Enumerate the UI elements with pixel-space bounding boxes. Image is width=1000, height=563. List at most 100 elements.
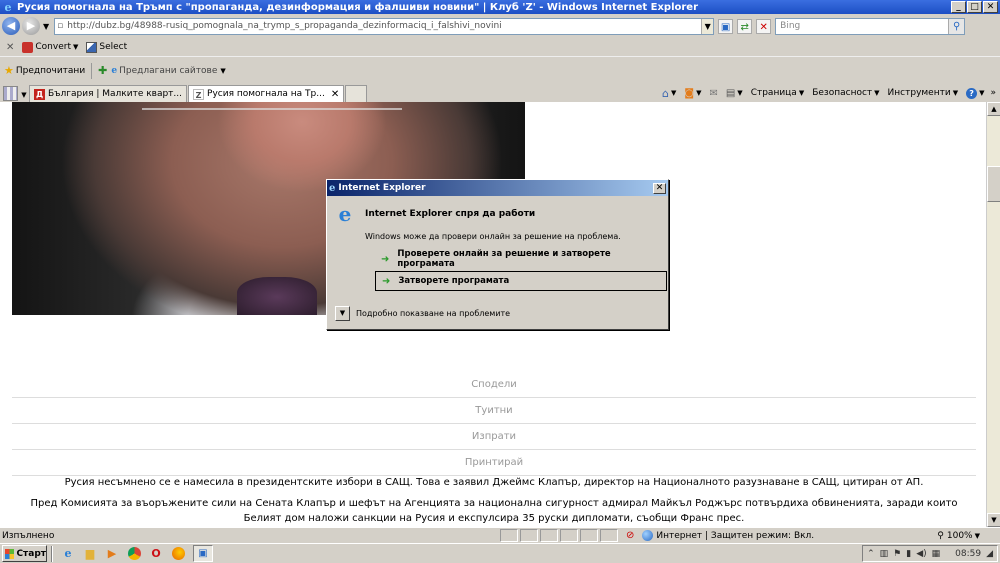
globe-icon	[642, 530, 654, 541]
convert-button[interactable]: Convert ▼	[22, 41, 79, 53]
system-tray: ⌃ ▥ ⚑ ▮ ◀) ▦ 08:59 ◢	[862, 545, 998, 562]
mail-button[interactable]: ✉	[709, 88, 717, 99]
photo-detail	[142, 102, 402, 110]
search-icon[interactable]: ⚲	[948, 18, 965, 34]
site-favicon-icon: Д	[34, 88, 45, 100]
mail-icon: ✉	[709, 87, 718, 99]
expand-icon[interactable]: ▼	[335, 306, 350, 321]
new-tab-button[interactable]	[345, 85, 368, 102]
security-zone[interactable]: Интернет | Защитен режим: Вкл.	[642, 530, 814, 541]
add-favorite-icon[interactable]: ✚	[98, 64, 107, 77]
chevron-down-icon: ▼	[737, 89, 743, 97]
firefox-icon[interactable]	[170, 546, 186, 562]
feeds-button[interactable]: ◙ ▼	[684, 88, 701, 99]
ie-logo-icon: e	[338, 202, 352, 226]
chevron-down-icon[interactable]: ▼	[220, 67, 225, 75]
chevron-down-icon: ▼	[979, 89, 985, 97]
option-label: Затворете програмата	[398, 276, 510, 286]
network-icon[interactable]: ▥	[880, 549, 889, 559]
tweet-button[interactable]: Туитни	[12, 398, 976, 424]
volume-icon[interactable]: ◀)	[916, 549, 926, 559]
zoom-control[interactable]: ⚲ 100% ▼	[937, 531, 980, 541]
minimize-button[interactable]: _	[951, 1, 966, 13]
quick-tabs-icon[interactable]	[3, 86, 18, 101]
tab-commands: ⌂ ▼ ◙ ▼ ✉ ▤ ▼ Страница ▼ Безопасност ▼ Инстру…	[658, 84, 1000, 102]
signal-icon[interactable]: ▮	[906, 549, 911, 559]
check-online-option[interactable]: ➜ Проверете онлайн за решение и затворет…	[375, 249, 660, 269]
dialog-heading: Internet Explorer спря да работи	[365, 209, 536, 219]
close-tab-icon[interactable]: ✕	[331, 89, 339, 100]
page-menu[interactable]: Страница ▼	[751, 88, 805, 98]
chevron-down-icon: ▼	[72, 43, 79, 51]
help-button[interactable]: ? ▼	[966, 87, 985, 99]
send-button[interactable]: Изпрати	[12, 424, 976, 450]
safety-menu[interactable]: Безопасност ▼	[812, 88, 879, 98]
close-toolbar-icon[interactable]: ✕	[6, 42, 14, 53]
vertical-scrollbar[interactable]: ▲ ▼	[986, 102, 1000, 527]
forward-button[interactable]: ▶	[22, 17, 40, 35]
show-desktop-icon[interactable]: ◢	[986, 549, 993, 559]
dialog-body: e Internet Explorer спря да работи Windo…	[327, 196, 668, 291]
select-label: Select	[99, 42, 128, 52]
folder-icon[interactable]: ▆	[82, 546, 98, 562]
chrome-icon[interactable]	[126, 546, 142, 562]
share-list: Сподели Туитни Изпрати Принтирай	[12, 372, 976, 476]
maximize-button[interactable]: □	[967, 1, 982, 13]
favorites-bar: ★ Предпочитани ✚ e Предлагани сайтове ▼	[0, 56, 1000, 84]
home-button[interactable]: ⌂ ▼	[662, 87, 676, 100]
photo-detail	[237, 277, 317, 315]
dialog-close-button[interactable]: ✕	[653, 182, 666, 194]
page-menu-label: Страница	[750, 88, 797, 98]
tab-bulgaria[interactable]: Д България | Малките кварт...	[29, 85, 188, 102]
problem-details-toggle[interactable]: ▼ Подробно показване на проблемите	[335, 306, 510, 321]
favorites-button[interactable]: Предпочитани	[16, 66, 85, 76]
refresh-button[interactable]: ⇄	[737, 18, 753, 34]
compatibility-view-icon[interactable]: ▣	[718, 18, 734, 34]
keyboard-icon[interactable]: ▦	[932, 549, 941, 559]
window-title: Русия помогнала на Тръмп с "пропаганда, …	[17, 1, 699, 13]
help-icon: ?	[966, 87, 978, 99]
window-title-bar[interactable]: e Русия помогнала на Тръмп с "пропаганда…	[0, 0, 1000, 14]
tab-russia-article[interactable]: Z Русия помогнала на Тр... ✕	[188, 85, 345, 102]
green-arrow-icon: ➜	[381, 253, 390, 265]
back-button[interactable]: ◀	[2, 17, 20, 35]
windows-logo-icon	[5, 548, 15, 559]
stop-button[interactable]: ✕	[756, 18, 772, 34]
tab-list-dropdown-icon[interactable]: ▼	[19, 91, 29, 99]
scroll-thumb[interactable]	[987, 166, 1000, 202]
tab-bar: ▼ Д България | Малките кварт... Z Русия …	[0, 84, 1000, 102]
start-button[interactable]: Старт	[2, 545, 47, 562]
show-hidden-icons-icon[interactable]: ⌃	[867, 549, 875, 559]
share-button[interactable]: Сподели	[12, 372, 976, 398]
status-text: Изпълнено	[2, 530, 55, 541]
taskbar: Старт e ▆ ▶ O ▣ ⌃ ▥ ⚑ ▮ ◀) ▦ 08:59 ◢	[0, 543, 1000, 563]
dialog-title-bar[interactable]: e Internet Explorer ✕	[327, 180, 668, 196]
popup-blocked-icon[interactable]: ⊘	[626, 530, 634, 541]
taskbar-item-ie[interactable]: ▣	[193, 545, 213, 562]
select-button[interactable]: Select	[86, 41, 128, 53]
scroll-up-icon[interactable]: ▲	[987, 102, 1000, 116]
tools-menu[interactable]: Инструменти ▼	[888, 88, 959, 98]
close-window-button[interactable]: ✕	[983, 1, 998, 13]
ie-launch-icon[interactable]: e	[60, 546, 76, 562]
opera-icon[interactable]: O	[148, 546, 164, 562]
scroll-down-icon[interactable]: ▼	[987, 513, 1000, 527]
suggested-sites-button[interactable]: Предлагани сайтове	[119, 66, 217, 76]
address-bar[interactable]: ▫ http://dubz.bg/48988-rusiq_pomognala_n…	[54, 17, 715, 35]
print-button[interactable]: ▤ ▼	[726, 88, 743, 99]
address-url[interactable]: http://dubz.bg/48988-rusiq_pomognala_na_…	[67, 21, 701, 31]
action-center-icon[interactable]: ⚑	[893, 549, 901, 559]
navigation-bar: ◀ ▶ ▼ ▫ http://dubz.bg/48988-rusiq_pomog…	[0, 14, 1000, 38]
close-program-option[interactable]: ➜ Затворете програмата	[375, 271, 667, 291]
chevron-down-icon: ▼	[952, 89, 959, 97]
clock[interactable]: 08:59	[955, 549, 981, 559]
history-dropdown-icon[interactable]: ▼	[43, 22, 49, 31]
convert-label: Convert	[35, 42, 71, 52]
more-commands-icon[interactable]: »	[990, 88, 996, 98]
chevron-down-icon: ▼	[874, 89, 880, 97]
media-player-icon[interactable]: ▶	[104, 546, 120, 562]
search-box[interactable]: Bing ⚲	[775, 17, 966, 35]
print-article-button[interactable]: Принтирай	[12, 450, 976, 476]
search-input[interactable]: Bing	[780, 21, 948, 31]
address-dropdown-icon[interactable]: ▼	[701, 18, 714, 34]
